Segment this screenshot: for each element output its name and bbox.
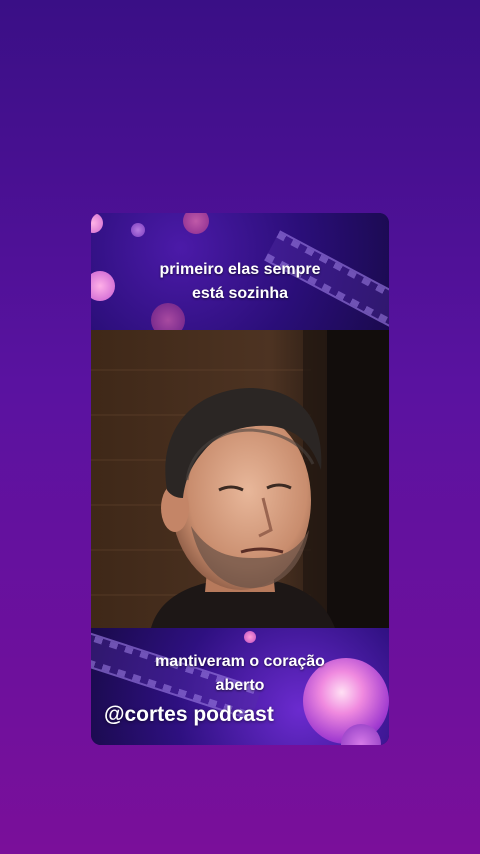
bokeh-light: [131, 223, 145, 237]
top-caption-panel: primeiro elas sempre está sozinha: [91, 213, 389, 330]
bokeh-light: [91, 213, 103, 233]
caption-bottom-line-2: aberto: [215, 677, 265, 694]
bottom-caption-panel: mantiveram o coração aberto @cortes podc…: [91, 628, 389, 745]
caption-bottom: mantiveram o coração aberto: [91, 650, 389, 698]
bokeh-light: [183, 213, 209, 234]
caption-top: primeiro elas sempre está sozinha: [91, 258, 389, 306]
man-portrait-illustration: [91, 330, 389, 628]
bokeh-light: [244, 631, 256, 643]
video-card[interactable]: primeiro elas sempre está sozinha mantiv…: [91, 213, 389, 745]
caption-bottom-line-1: mantiveram o coração: [155, 653, 325, 670]
speaker-photo: [91, 330, 389, 628]
channel-watermark: @cortes podcast: [104, 703, 274, 726]
bokeh-light: [151, 303, 185, 330]
caption-top-line-1: primeiro elas sempre: [159, 261, 321, 278]
caption-top-line-2: está sozinha: [191, 285, 289, 302]
